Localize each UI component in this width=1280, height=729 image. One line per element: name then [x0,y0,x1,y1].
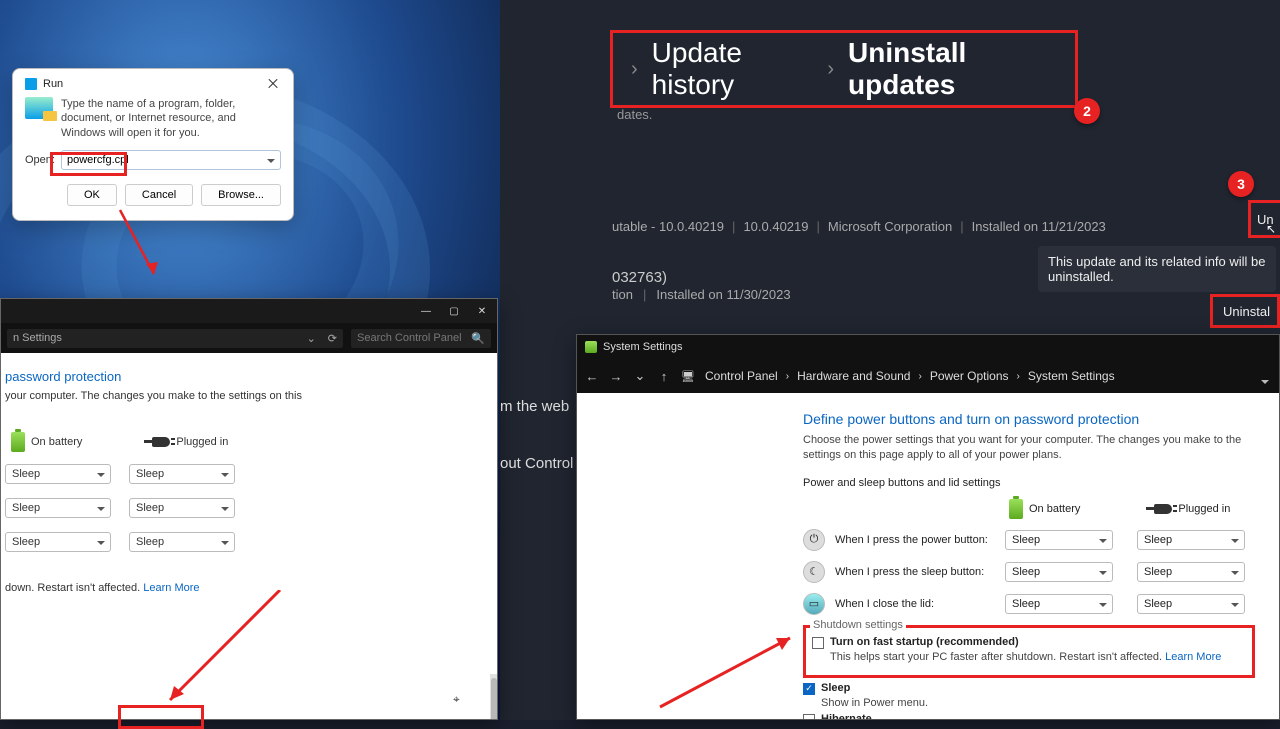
annotation-badge: 3 [1228,171,1254,197]
row-label: When I close the lid: [835,598,995,610]
power-select[interactable]: Sleep [1137,562,1245,582]
chevron-right-icon: › [827,58,834,81]
section-heading: password protection [5,369,487,384]
fast-startup-checkbox[interactable] [812,637,824,649]
breadcrumb-update-history[interactable]: Update history [652,37,814,101]
power-select[interactable]: Sleep [1005,594,1113,614]
hibernate-checkbox[interactable] [803,714,815,720]
shutdown-settings-highlight: Shutdown settings Turn on fast startup (… [803,625,1255,678]
row-label: When I press the power button: [835,534,995,546]
power-select[interactable]: Sleep [1005,530,1113,550]
on-battery-header: On battery [11,432,82,452]
power-button-icon: ⏻ [803,529,825,551]
update-row[interactable]: utable - 10.0.40219|10.0.40219|Microsoft… [612,219,1106,234]
annotation-badge: 2 [1074,98,1100,124]
row-label: When I press the sleep button: [835,566,995,578]
forward-icon[interactable]: → [609,369,623,384]
power-select[interactable]: Sleep [129,464,235,484]
uninstall-confirm-button[interactable]: Uninstal [1210,294,1280,328]
chevron-down-icon[interactable]: ⌄ [307,332,316,345]
update-row-title[interactable]: 032763) [612,269,667,286]
breadcrumb-uninstall-updates: Uninstall updates [848,37,1057,101]
cursor-icon: ⌖ [453,692,460,707]
on-battery-header: On battery [1009,499,1080,519]
sleep-desc: Show in Power menu. [821,697,1255,709]
page-desc: Choose the power settings that you want … [803,433,1255,463]
power-select[interactable]: Sleep [1137,530,1245,550]
power-select[interactable]: Sleep [5,464,111,484]
power-select[interactable]: Sleep [1137,594,1245,614]
sleep-label: Sleep [821,682,850,694]
up-icon[interactable]: ↑ [657,369,671,384]
hibernate-label: Hibernate [821,713,872,720]
refresh-icon[interactable]: ⟳ [328,332,337,345]
scrollbar[interactable] [490,674,498,720]
cancel-button[interactable]: Cancel [125,184,193,206]
learn-more-link[interactable]: Learn More [143,582,199,594]
breadcrumb-highlight: › Update history › Uninstall updates [610,30,1078,108]
battery-icon [11,432,25,452]
power-select[interactable]: Sleep [1005,562,1113,582]
address-bar[interactable]: n Settings ⌄ ⟳ [7,329,343,348]
fast-startup-label: Turn on fast startup (recommended) [830,636,1019,648]
plugged-in-header: Plugged in [1154,503,1230,515]
run-title: Run [43,78,63,90]
plugged-in-header: Plugged in [152,436,228,448]
power-select[interactable]: Sleep [129,498,235,518]
pc-icon: 🖥 [681,370,695,383]
subtitle-tail: dates. [617,107,652,122]
close-icon[interactable] [267,77,281,91]
uninstall-tooltip: This update and its related info will be… [1038,246,1276,292]
system-settings-window-right: System Settings ← → ⌄ ↑ 🖥 Control Panel›… [576,334,1280,720]
power-select[interactable]: Sleep [5,532,111,552]
page-heading: Define power buttons and turn on passwor… [803,411,1255,427]
run-window-icon [25,78,37,90]
learn-more-link[interactable]: Learn More [1165,651,1221,663]
run-dialog: Run Type the name of a program, folder, … [12,68,294,221]
plug-icon [152,437,170,447]
open-label: Open: [25,154,55,166]
shutdown-header: Shutdown settings [810,619,906,631]
open-input[interactable] [67,154,262,166]
crumb-tail: n Settings [13,332,62,344]
plug-icon [1154,504,1172,514]
cursor-icon: ↖ [1266,222,1276,236]
search-icon: 🔍 [471,332,485,345]
minimize-icon[interactable]: — [417,305,435,317]
section-header: Power and sleep buttons and lid settings [803,477,1255,489]
power-select[interactable]: Sleep [5,498,111,518]
battery-icon [1009,499,1023,519]
update-row-meta: tion|Installed on 11/30/2023 [612,287,791,302]
system-settings-window-left: — ▢ ✕ n Settings ⌄ ⟳ Search Control Pane… [0,298,498,720]
lid-icon: ▭ [803,593,825,615]
chevron-right-icon: › [631,58,638,81]
fast-startup-desc: This helps start your PC faster after sh… [830,651,1246,663]
battery-icon [585,341,597,353]
back-icon[interactable]: ← [585,369,599,384]
open-combobox[interactable] [61,150,281,170]
search-input[interactable]: Search Control Panel 🔍 [351,329,491,348]
maximize-icon[interactable]: ▢ [445,305,463,317]
footer-text: down. Restart isn't affected. Learn More [5,582,487,594]
address-crumbs[interactable]: Control Panel› Hardware and Sound› Power… [705,369,1249,383]
close-icon[interactable]: ✕ [473,305,491,317]
sleep-button-icon: ☾ [803,561,825,583]
sleep-checkbox[interactable] [803,683,815,695]
partial-text: out Control p [500,455,586,472]
power-select[interactable]: Sleep [129,532,235,552]
chevron-down-icon[interactable]: ⌄ [633,368,647,384]
run-description: Type the name of a program, folder, docu… [61,97,281,140]
window-title: System Settings [603,341,682,353]
annotation-highlight [118,705,204,729]
browse-button[interactable]: Browse... [201,184,281,206]
partial-text: m the web [500,398,569,415]
section-desc: your computer. The changes you make to t… [5,390,487,402]
ok-button[interactable]: OK [67,184,117,206]
run-program-icon [25,97,53,119]
